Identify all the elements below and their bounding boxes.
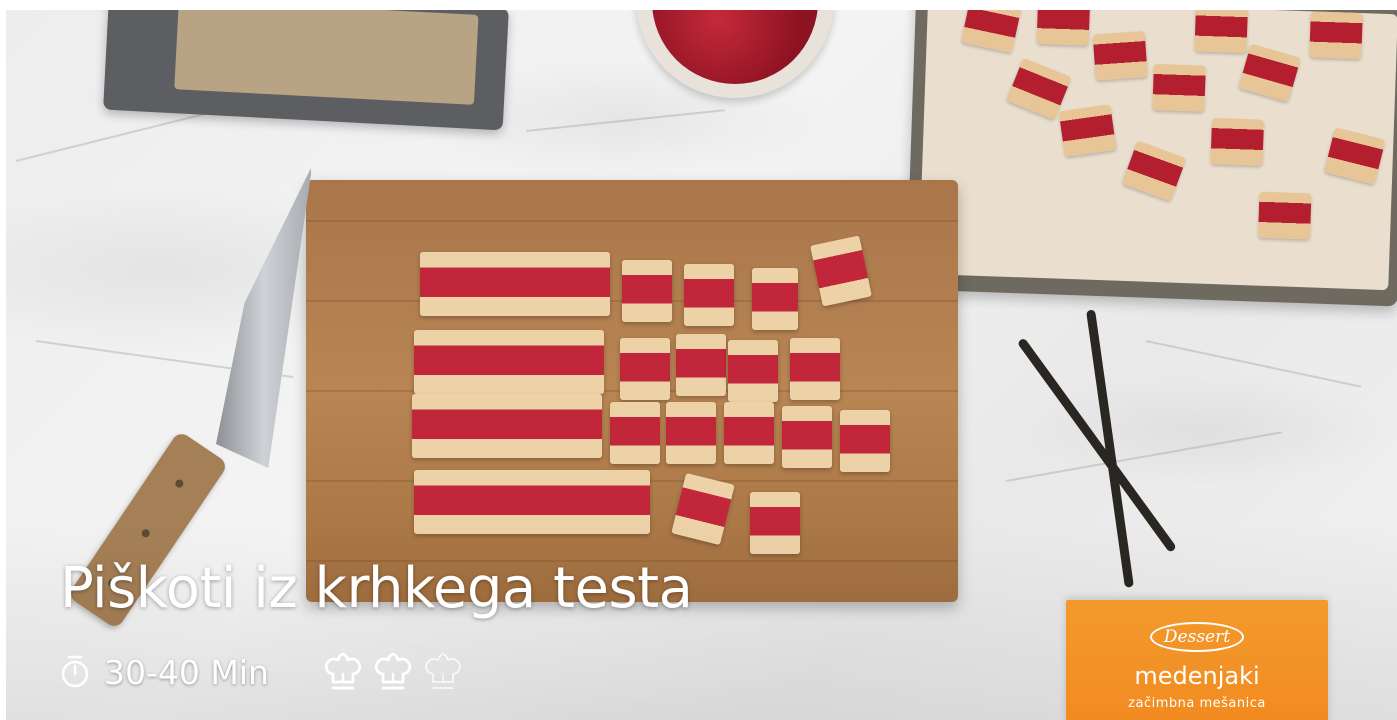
cookie-piece [684, 264, 734, 326]
marble-vein [1005, 431, 1282, 482]
cookie-piece [610, 402, 660, 464]
baking-paper [174, 10, 479, 105]
cookie-piece [728, 340, 778, 402]
cookie [1309, 11, 1363, 60]
chef-hat-icon [324, 652, 362, 690]
cookie [1257, 191, 1312, 240]
marble-vein [1145, 340, 1362, 388]
cookie-piece [790, 338, 840, 400]
recipe-title[interactable]: Piškoti iz krhkega testa [60, 556, 693, 621]
cookie-piece [676, 334, 726, 396]
marble-vein [525, 109, 726, 132]
cookie-strip [414, 330, 604, 394]
cookie-strip [420, 252, 610, 316]
jam-bowl [636, 10, 834, 98]
cookie-piece [810, 235, 872, 307]
cookie-strip [412, 394, 602, 458]
cookie-piece [840, 410, 890, 472]
product-name: medenjaki [1134, 662, 1260, 690]
cookie-piece [724, 402, 774, 464]
cooking-time: 30-40 Min [104, 652, 269, 692]
cookie [1036, 10, 1091, 46]
chef-hat-icon [374, 652, 412, 690]
cookie [1058, 104, 1117, 157]
timer-icon [61, 655, 89, 688]
product-pack: Dessert medenjaki začimbna mešanica [1066, 600, 1328, 720]
cookie-piece [782, 406, 832, 468]
cookie-piece [752, 268, 798, 330]
cookie [1152, 63, 1206, 112]
baking-pan [103, 10, 509, 131]
cookie [1210, 117, 1265, 166]
cookie-piece [666, 402, 716, 464]
cookie-piece [620, 338, 670, 400]
knife-blade [216, 168, 311, 468]
product-subtitle: začimbna mešanica [1128, 696, 1266, 711]
recipe-meta: 30-40 Min [60, 646, 471, 698]
cookie [1194, 10, 1248, 54]
chef-hat-icon-inactive [425, 653, 461, 689]
brand-logo: Dessert [1150, 622, 1244, 652]
jam [652, 10, 818, 84]
cookie [1092, 30, 1148, 81]
difficulty-rating [321, 652, 471, 692]
cookie-piece [622, 260, 672, 322]
cookie-tray [905, 10, 1397, 307]
